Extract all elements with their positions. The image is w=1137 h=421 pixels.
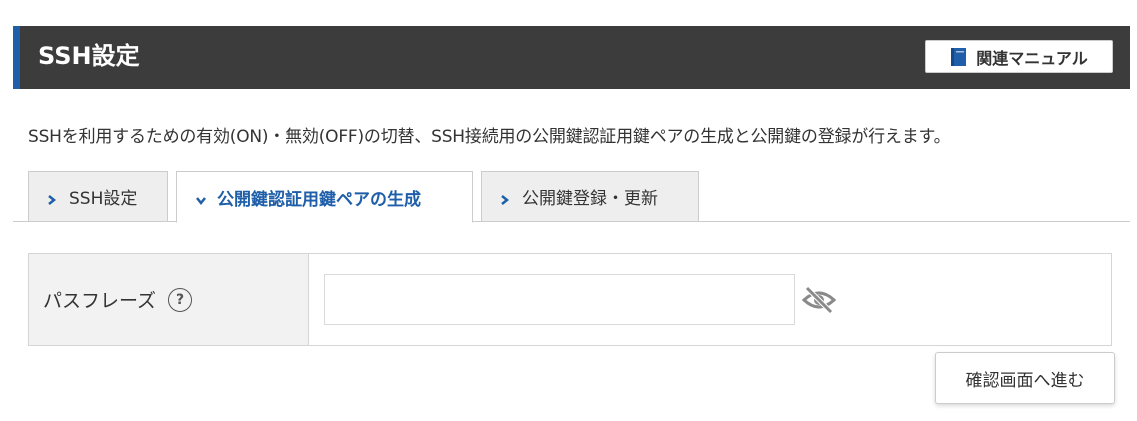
chevron-right-icon xyxy=(47,191,57,205)
help-icon[interactable]: ? xyxy=(168,287,193,312)
page-description: SSHを利用するための有効(ON)・無効(OFF)の切替、SSH接続用の公開鍵認… xyxy=(28,127,951,147)
proceed-to-confirm-button[interactable]: 確認画面へ進む xyxy=(935,352,1115,404)
ssh-settings-page: SSH設定 関連マニュアル SSHを利用するための有効(ON)・無効(OFF)の… xyxy=(0,0,1137,421)
passphrase-label-cell: パスフレーズ ? xyxy=(29,254,309,345)
tab-key-pair-generation[interactable]: 公開鍵認証用鍵ペアの生成 xyxy=(176,171,473,223)
passphrase-form: パスフレーズ ? xyxy=(28,253,1112,346)
chevron-down-icon xyxy=(195,191,206,206)
page-header: SSH設定 関連マニュアル xyxy=(13,26,1130,89)
page-title: SSH設定 xyxy=(38,42,140,70)
related-manual-button[interactable]: 関連マニュアル xyxy=(925,40,1113,73)
passphrase-input-cell xyxy=(309,254,1111,345)
tab-ssh-settings[interactable]: SSH設定 xyxy=(28,171,168,222)
related-manual-label: 関連マニュアル xyxy=(976,48,1088,68)
eye-slash-icon[interactable] xyxy=(801,285,837,315)
book-icon xyxy=(950,47,967,67)
tab-label: 公開鍵登録・更新 xyxy=(522,189,658,209)
tab-label: SSH設定 xyxy=(69,189,138,209)
chevron-right-icon xyxy=(500,191,510,205)
tab-label: 公開鍵認証用鍵ペアの生成 xyxy=(217,189,421,210)
passphrase-label: パスフレーズ xyxy=(43,290,157,312)
passphrase-input[interactable] xyxy=(324,274,795,325)
tab-public-key-registration[interactable]: 公開鍵登録・更新 xyxy=(481,171,699,222)
